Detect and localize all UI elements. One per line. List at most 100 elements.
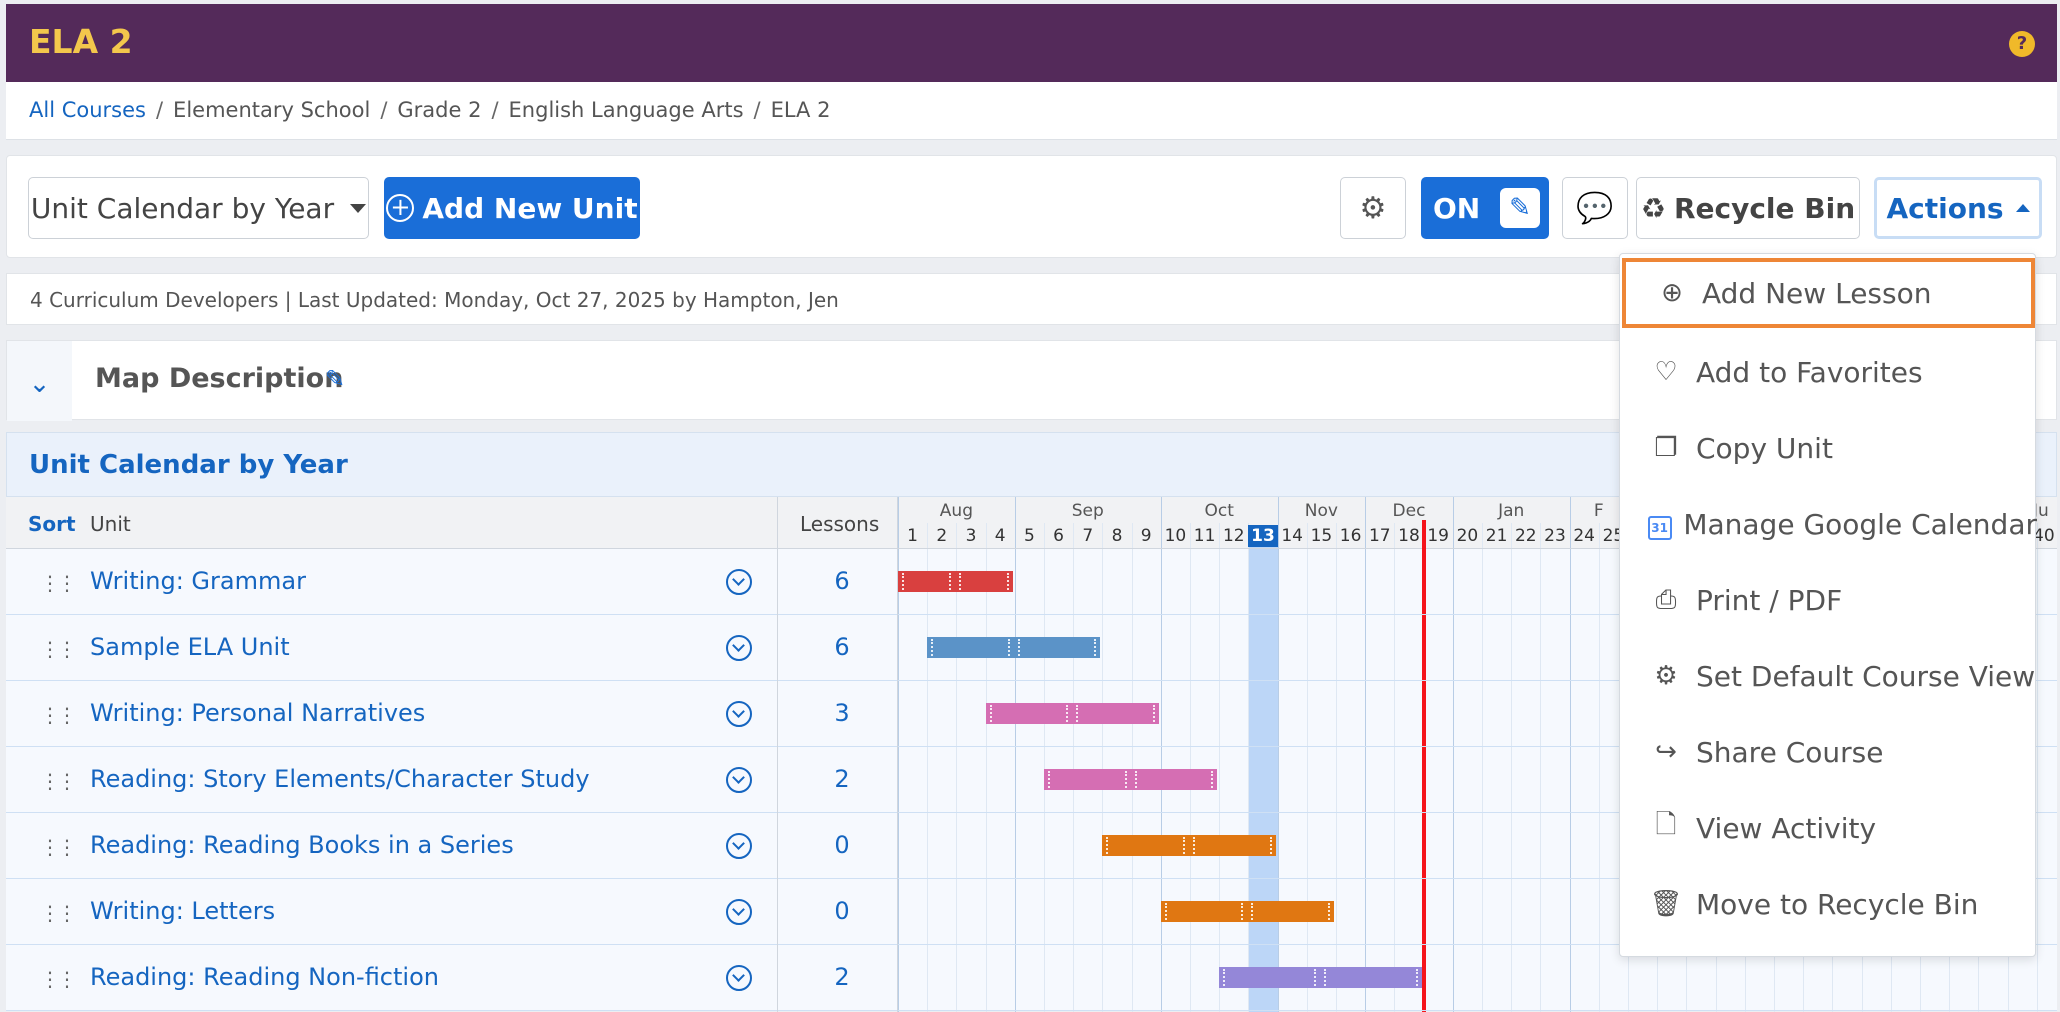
comments-button[interactable]: 💬 <box>1562 177 1628 239</box>
unit-bar[interactable] <box>1044 769 1218 790</box>
menu-item-label: Share Course <box>1696 735 1884 769</box>
column-divider <box>777 497 778 1012</box>
printer-icon: ⎙ <box>1655 584 1677 615</box>
breadcrumb-elementary: Elementary School <box>173 98 371 122</box>
unit-name-link[interactable]: Reading: Reading Non-fiction <box>90 963 439 991</box>
view-select[interactable]: Unit Calendar by Year <box>28 177 369 239</box>
drag-handle-icon[interactable]: ⋮⋮ <box>40 901 77 925</box>
lesson-count[interactable]: 6 <box>782 567 902 595</box>
lesson-count[interactable]: 3 <box>782 699 902 727</box>
menu-item-manage-google-calendar[interactable]: 31 Manage Google Calendar <box>1620 486 2037 562</box>
pencil-icon[interactable]: ✎ <box>325 365 345 393</box>
bar-resize-mark <box>1324 969 1327 986</box>
week-number: 19 <box>1427 526 1449 546</box>
menu-item-label: Manage Google Calendar <box>1683 507 2037 541</box>
menu-item-label: Print / PDF <box>1696 583 1843 617</box>
menu-item-print-pdf[interactable]: ⎙ Print / PDF <box>1620 562 2037 638</box>
bar-resize-mark <box>1152 705 1155 722</box>
view-select-label: Unit Calendar by Year <box>30 191 335 225</box>
recycle-bin-icon: 🗑 <box>1649 889 1683 919</box>
bar-resize-mark <box>1269 837 1272 854</box>
unit-name-link[interactable]: Writing: Letters <box>90 897 275 925</box>
bar-resize-mark <box>1106 837 1109 854</box>
chevron-down-circle-icon[interactable] <box>726 965 752 991</box>
week-gridline <box>985 523 987 1012</box>
week-gridline <box>1044 523 1045 1012</box>
drag-handle-icon[interactable]: ⋮⋮ <box>40 703 77 727</box>
unit-bar[interactable] <box>1102 835 1276 856</box>
chevron-down-circle-icon[interactable] <box>726 833 752 859</box>
unit-column-header: Unit <box>90 512 131 536</box>
drag-handle-icon[interactable]: ⋮⋮ <box>40 835 77 859</box>
unit-bar[interactable] <box>1219 967 1422 988</box>
menu-item-share-course[interactable]: ↪ Share Course <box>1620 714 2037 790</box>
bar-resize-mark <box>1241 903 1244 920</box>
menu-item-set-default-course-view[interactable]: ⚙ Set Default Course View <box>1620 638 2037 714</box>
bar-resize-mark <box>1223 969 1226 986</box>
unit-bar[interactable] <box>927 637 1101 658</box>
week-gridline <box>1190 523 1191 1012</box>
chevron-down-circle-icon[interactable] <box>726 701 752 727</box>
chevron-down-circle-icon[interactable] <box>726 569 752 595</box>
lesson-count[interactable]: 2 <box>782 963 902 991</box>
lesson-count[interactable]: 0 <box>782 897 902 925</box>
week-number: 15 <box>1310 526 1333 546</box>
drag-handle-icon[interactable]: ⋮⋮ <box>40 769 77 793</box>
settings-button[interactable]: ⚙ <box>1340 177 1406 239</box>
plus-circle-icon: ⊕ <box>1661 278 1683 308</box>
menu-item-label: Set Default Course View <box>1696 659 2036 693</box>
edit-mode-toggle[interactable]: ON ✎ <box>1421 177 1549 239</box>
share-icon: ↪ <box>1655 737 1677 767</box>
week-gridline <box>1540 523 1542 1012</box>
unit-bar[interactable] <box>1160 901 1334 922</box>
recycle-bin-button[interactable]: ♻ Recycle Bin <box>1636 177 1860 239</box>
week-gridline <box>1102 523 1104 1012</box>
help-icon[interactable]: ? <box>2009 31 2035 57</box>
menu-item-label: Add to Favorites <box>1696 355 1923 389</box>
week-number: 13 <box>1248 525 1278 547</box>
menu-item-add-to-favorites[interactable]: ♡ Add to Favorites <box>1620 334 2037 410</box>
unit-name-link[interactable]: Reading: Reading Books in a Series <box>90 831 514 859</box>
copy-icon: ❐ <box>1654 433 1678 463</box>
menu-item-move-to-recycle-bin[interactable]: 🗑 Move to Recycle Bin <box>1620 866 2037 942</box>
lesson-count[interactable]: 2 <box>782 765 902 793</box>
chevron-down-circle-icon[interactable] <box>726 767 752 793</box>
bar-resize-mark <box>949 573 952 590</box>
drag-handle-icon[interactable]: ⋮⋮ <box>40 637 77 661</box>
week-number: 12 <box>1222 526 1245 546</box>
add-new-unit-button[interactable]: + Add New Unit <box>384 177 640 239</box>
lesson-count[interactable]: 6 <box>782 633 902 661</box>
menu-item-add-new-lesson[interactable]: ⊕ Add New Lesson <box>1622 258 2035 328</box>
drag-handle-icon[interactable]: ⋮⋮ <box>40 571 77 595</box>
week-gridline <box>1511 523 1513 1012</box>
actions-button[interactable]: Actions <box>1874 177 2042 239</box>
unit-name-link[interactable]: Reading: Story Elements/Character Study <box>90 765 590 793</box>
chevron-down-circle-icon[interactable] <box>726 899 752 925</box>
chevron-down-circle-icon[interactable] <box>726 635 752 661</box>
week-gridline <box>1394 523 1396 1012</box>
drag-handle-icon[interactable]: ⋮⋮ <box>40 967 77 991</box>
week-number: 18 <box>1398 526 1420 546</box>
sort-link[interactable]: Sort <box>28 512 76 536</box>
unit-bar[interactable] <box>985 703 1159 724</box>
lesson-count[interactable]: 0 <box>782 831 902 859</box>
menu-item-label: Add New Lesson <box>1702 276 1932 310</box>
week-gridline <box>927 523 929 1012</box>
unit-bar[interactable] <box>898 571 1013 592</box>
unit-name-link[interactable]: Sample ELA Unit <box>90 633 290 661</box>
week-number: 14 <box>1281 526 1303 546</box>
bar-resize-mark <box>1314 969 1317 986</box>
week-number: 9 <box>1140 526 1152 546</box>
week-gridline <box>1131 523 1133 1012</box>
menu-item-view-activity[interactable]: 🗋 View Activity <box>1620 790 2037 866</box>
breadcrumb-all-courses[interactable]: All Courses <box>29 98 146 122</box>
bar-resize-mark <box>902 573 904 590</box>
edit-toggle-label: ON <box>1433 191 1481 225</box>
bar-resize-mark <box>1007 639 1010 656</box>
chevron-down-icon[interactable]: ⌄ <box>7 341 72 421</box>
unit-name-link[interactable]: Writing: Grammar <box>90 567 306 595</box>
unit-name-link[interactable]: Writing: Personal Narratives <box>90 699 425 727</box>
bar-resize-mark <box>1094 639 1097 656</box>
menu-item-copy-unit[interactable]: ❐ Copy Unit <box>1620 410 2037 486</box>
bar-resize-mark <box>959 573 962 590</box>
